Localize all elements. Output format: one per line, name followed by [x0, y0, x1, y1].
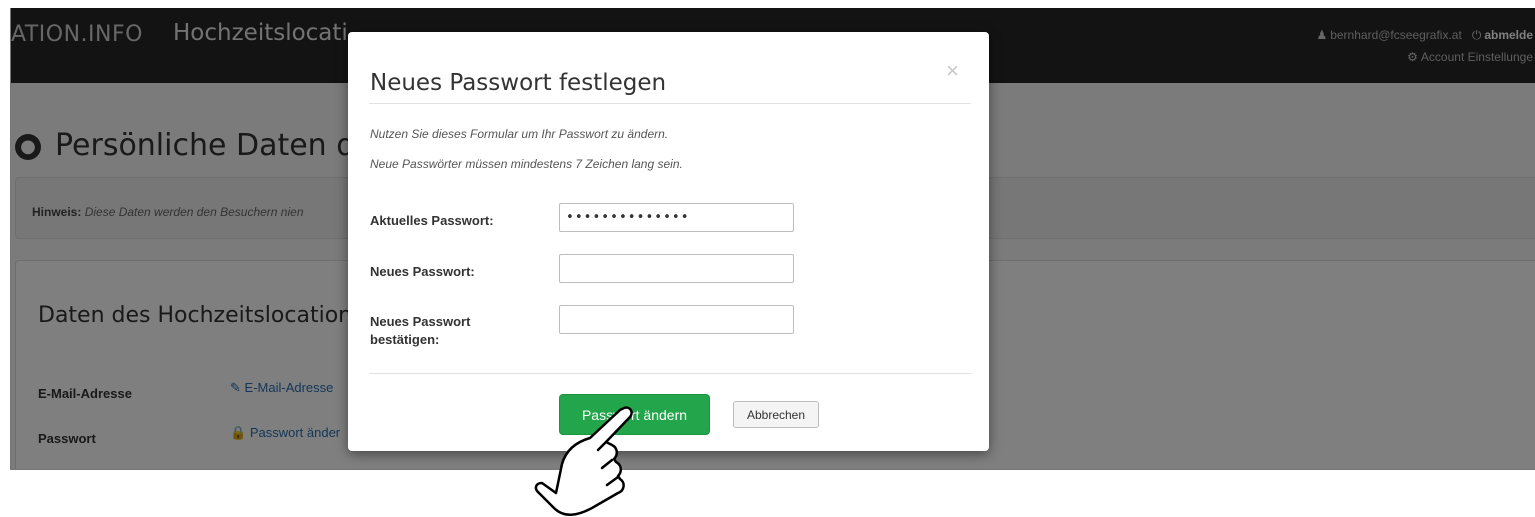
- current-password-input[interactable]: [559, 203, 794, 232]
- change-password-dialog: Neues Passwort festlegen × Nutzen Sie di…: [348, 32, 989, 451]
- footer-divider: [369, 373, 971, 374]
- confirm-password-input[interactable]: [559, 305, 794, 334]
- header-divider: [369, 103, 971, 104]
- cancel-button[interactable]: Abbrechen: [733, 401, 819, 428]
- info-text-2: Neue Passwörter müssen mindestens 7 Zeic…: [370, 157, 683, 171]
- dialog-title: Neues Passwort festlegen: [370, 70, 667, 96]
- confirm-password-label: Neues Passwort bestätigen:: [370, 314, 471, 347]
- close-icon[interactable]: ×: [946, 58, 959, 84]
- current-password-label: Aktuelles Passwort:: [370, 213, 494, 228]
- info-text-1: Nutzen Sie dieses Formular um Ihr Passwo…: [370, 127, 669, 141]
- hand-pointer-icon: [534, 406, 633, 516]
- new-password-label: Neues Passwort:: [370, 264, 475, 279]
- new-password-input[interactable]: [559, 254, 794, 283]
